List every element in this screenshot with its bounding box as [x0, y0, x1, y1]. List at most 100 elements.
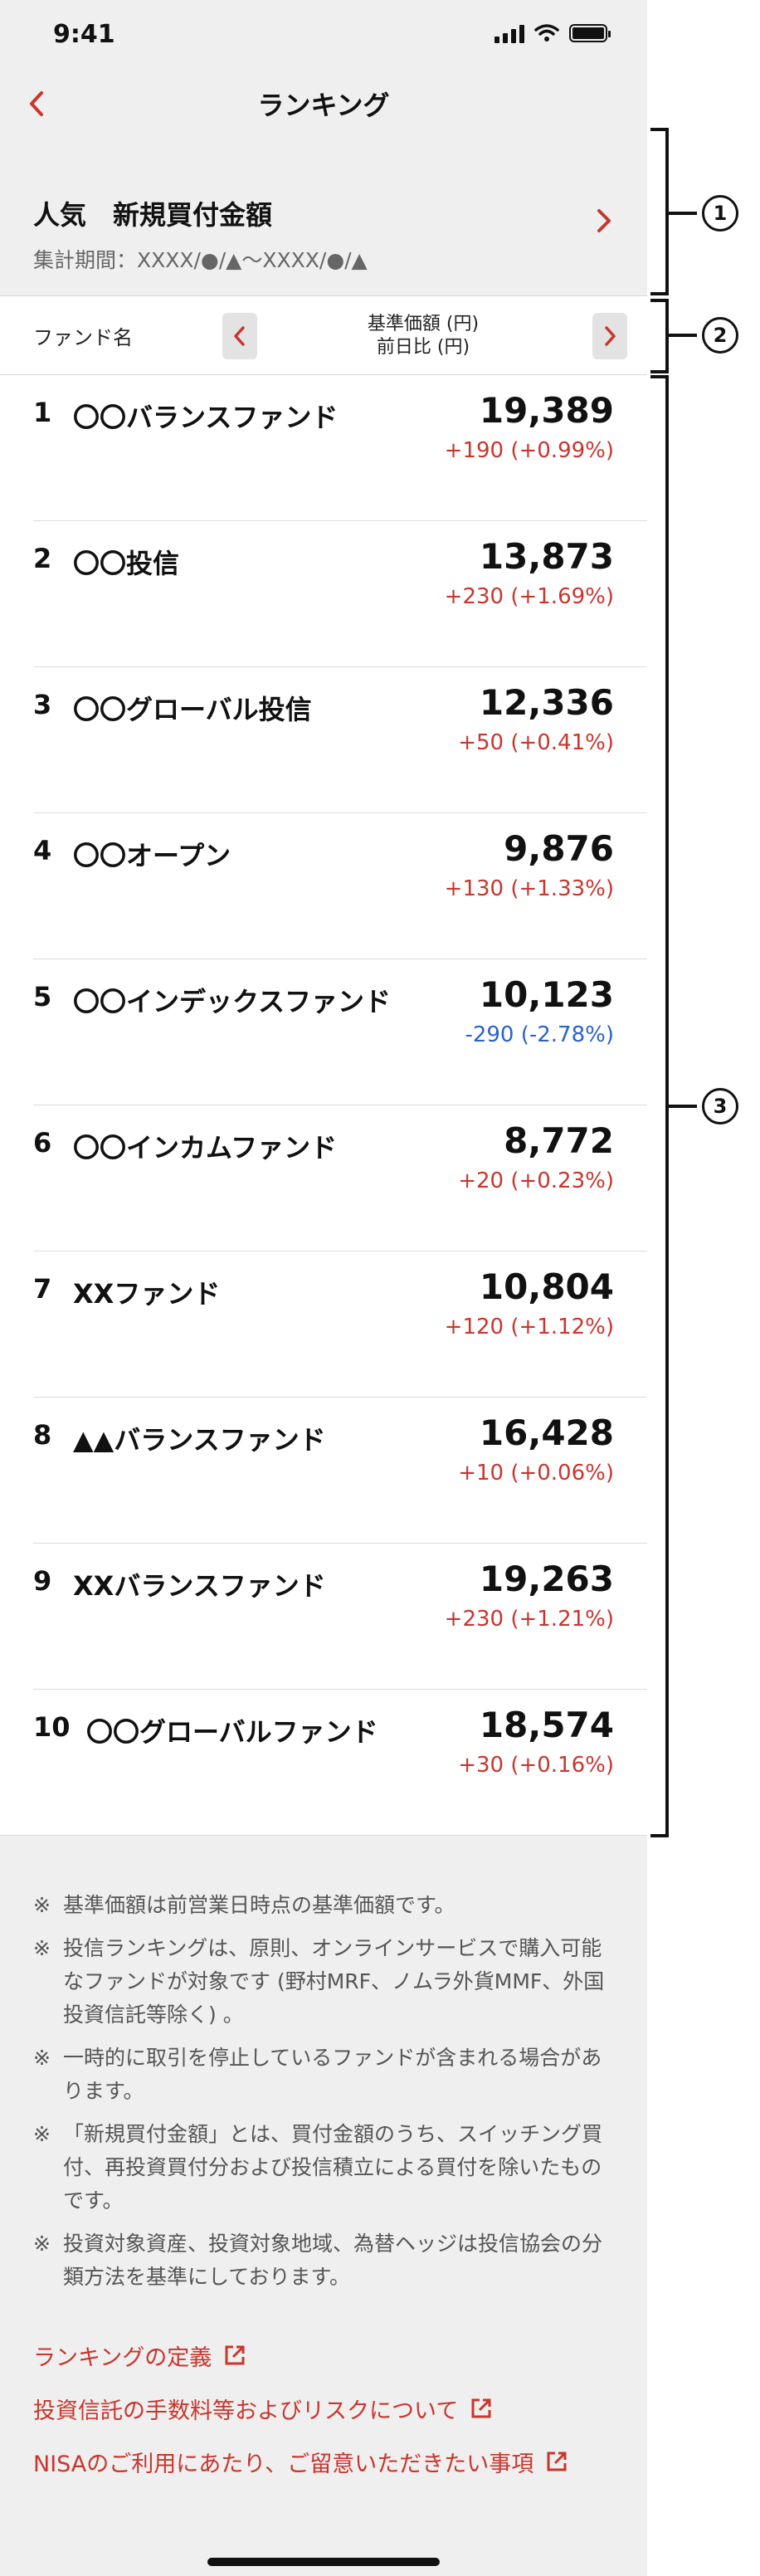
note-mark: ※ — [33, 2232, 51, 2256]
note-item: ※ 一時的に取引を停止しているファンドが含まれる場合があります。 — [33, 2042, 614, 2108]
disclaimer-notes: ※ 基準価額は前営業日時点の基準価額です。 ※ 投信ランキングは、原則、オンラインサ… — [33, 1889, 614, 2304]
signal-icon — [494, 23, 524, 43]
rank-number: 7 — [33, 1273, 52, 1305]
note-text: 投信ランキングは、原則、オンラインサービスで購入可能なファンドが対象です (野村… — [63, 1936, 605, 2027]
annotation-brackets — [650, 128, 697, 1837]
rank-number: 9 — [33, 1565, 52, 1597]
fund-name: 〇〇グローバルファンド — [86, 1716, 378, 1748]
fund-change: +50 (+0.41%) — [458, 730, 614, 755]
annotation-marker-3: 3 — [702, 1088, 738, 1125]
fund-name: 〇〇バランスファンド — [73, 402, 339, 433]
list-item[interactable]: 10 〇〇グローバルファンド 18,574 +30 (+0.16%) — [0, 1690, 647, 1836]
fund-change: +190 (+0.99%) — [444, 438, 614, 463]
note-mark: ※ — [33, 2046, 51, 2070]
fund-price: 10,123 — [479, 974, 614, 1015]
fund-name: XXファンド — [73, 1278, 221, 1310]
chevron-left-icon — [234, 326, 245, 346]
link-label: ランキングの定義 — [33, 2344, 212, 2371]
ranking-definition-link[interactable]: ランキングの定義 — [33, 2329, 568, 2382]
fund-change: +20 (+0.23%) — [458, 1168, 614, 1193]
annotation-marker-1: 1 — [702, 195, 738, 232]
nisa-notes-link[interactable]: NISAのご利用にあたり、ご留意いただきたい事項 — [33, 2435, 568, 2488]
note-mark: ※ — [33, 1893, 51, 1917]
fund-price: 19,389 — [479, 390, 614, 431]
ranking-title: 人気 新規買付金額 — [33, 199, 273, 231]
divider — [0, 1835, 647, 1836]
rank-number: 4 — [33, 835, 52, 866]
note-item: ※ 「新規買付金額」とは、買付金額のうち、スイッチング買付、再投資買付分および投信… — [33, 2118, 614, 2217]
note-text: 投資対象資産、投資対象地域、為替ヘッジは投信協会の分類方法を基準にしております。 — [63, 2232, 603, 2289]
note-item: ※ 基準価額は前営業日時点の基準価額です。 — [33, 1889, 614, 1922]
list-item[interactable]: 2 〇〇投信 13,873 +230 (+1.69%) — [0, 521, 647, 667]
external-link-icon — [547, 2452, 567, 2471]
battery-icon — [569, 24, 611, 42]
fund-change: +10 (+0.06%) — [458, 1461, 614, 1486]
fund-price: 8,772 — [504, 1120, 614, 1161]
fund-name-column-label: ファンド名 — [33, 326, 133, 349]
list-item[interactable]: 5 〇〇インデックスファンド 10,123 -290 (-2.78%) — [0, 959, 647, 1105]
fund-name: 〇〇インカムファンド — [73, 1132, 338, 1164]
fund-change: +120 (+1.12%) — [444, 1315, 614, 1339]
note-text: 基準価額は前営業日時点の基準価額です。 — [63, 1893, 456, 1917]
table-header: ファンド名 基準価額 (円) 前日比 (円) — [0, 295, 647, 375]
note-item: ※ 投信ランキングは、原則、オンラインサービスで購入可能なファンドが対象です (野… — [33, 1932, 614, 2032]
chevron-right-icon[interactable] — [584, 201, 624, 241]
fund-name: 〇〇オープン — [73, 840, 231, 871]
note-mark: ※ — [33, 1936, 51, 1960]
rank-number: 1 — [33, 397, 52, 428]
navigation-bar: ランキング — [0, 70, 647, 133]
rank-number: 3 — [33, 689, 52, 720]
rank-number: 6 — [33, 1127, 52, 1159]
fund-price: 13,873 — [479, 536, 614, 577]
annotation-marker-2: 2 — [702, 317, 738, 354]
fund-change: +30 (+0.16%) — [458, 1753, 614, 1778]
note-text: 一時的に取引を停止しているファンドが含まれる場合があります。 — [63, 2046, 602, 2103]
phone-screen: 9:41 ランキング 人気 新規買付金額 集計期間：XXXX/●/▲〜XXXX/… — [0, 0, 647, 2576]
rank-number: 10 — [33, 1711, 71, 1743]
fund-change: -290 (-2.78%) — [465, 1022, 614, 1047]
list-item[interactable]: 4 〇〇オープン 9,876 +130 (+1.33%) — [0, 813, 647, 959]
fund-price: 18,574 — [479, 1705, 614, 1745]
price-label: 基準価額 (円) — [367, 314, 480, 334]
list-item[interactable]: 1 〇〇バランスファンド 19,389 +190 (+0.99%) — [0, 375, 647, 521]
status-time: 9:41 — [53, 20, 115, 49]
fund-name: 〇〇インデックスファンド — [73, 986, 392, 1017]
note-mark: ※ — [33, 2122, 51, 2146]
list-item[interactable]: 6 〇〇インカムファンド 8,772 +20 (+0.23%) — [0, 1105, 647, 1251]
fund-price: 16,428 — [479, 1412, 614, 1453]
ranking-header[interactable]: 人気 新規買付金額 集計期間：XXXX/●/▲〜XXXX/●/▲ — [0, 168, 647, 292]
fund-name: XXバランスファンド — [73, 1570, 326, 1602]
price-column-label: 基準価額 (円) 前日比 (円) — [266, 313, 581, 359]
list-item[interactable]: 9 XXバランスファンド 19,263 +230 (+1.21%) — [0, 1544, 647, 1690]
prev-column-button[interactable] — [222, 313, 257, 359]
wifi-icon — [534, 24, 559, 41]
rank-number: 8 — [33, 1419, 52, 1451]
fund-change: +230 (+1.69%) — [444, 584, 614, 609]
link-label: 投資信託の手数料等およびリスクについて — [33, 2398, 459, 2424]
list-item[interactable]: 3 〇〇グローバル投信 12,336 +50 (+0.41%) — [0, 667, 647, 813]
external-link-icon — [225, 2345, 245, 2365]
fees-and-risks-link[interactable]: 投資信託の手数料等およびリスクについて — [33, 2382, 568, 2435]
fund-price: 10,804 — [479, 1266, 614, 1307]
fund-change: +230 (+1.21%) — [444, 1607, 614, 1632]
fund-price: 19,263 — [479, 1559, 614, 1599]
external-link-icon — [471, 2398, 491, 2418]
fund-price: 9,876 — [504, 828, 614, 869]
link-label: NISAのご利用にあたり、ご留意いただきたい事項 — [33, 2451, 534, 2477]
ranking-period: 集計期間：XXXX/●/▲〜XXXX/●/▲ — [33, 248, 368, 272]
rank-number: 5 — [33, 981, 52, 1012]
status-bar: 9:41 — [0, 0, 647, 70]
list-item[interactable]: 8 ▲▲バランスファンド 16,428 +10 (+0.06%) — [0, 1398, 647, 1544]
fund-name: ▲▲バランスファンド — [73, 1424, 326, 1456]
page-title: ランキング — [257, 90, 390, 121]
rank-number: 2 — [33, 543, 52, 574]
list-item[interactable]: 7 XXファンド 10,804 +120 (+1.12%) — [0, 1251, 647, 1398]
home-indicator — [207, 2558, 440, 2566]
external-links: ランキングの定義 投資信託の手数料等およびリスクについて NISAのご利用にあた… — [33, 2329, 568, 2488]
next-column-button[interactable] — [592, 313, 627, 359]
fund-change: +130 (+1.33%) — [444, 876, 614, 901]
note-text: 「新規買付金額」とは、買付金額のうち、スイッチング買付、再投資買付分および投信積… — [63, 2122, 603, 2213]
note-item: ※ 投資対象資産、投資対象地域、為替ヘッジは投信協会の分類方法を基準にしております… — [33, 2227, 614, 2294]
change-label: 前日比 (円) — [376, 337, 470, 358]
ranking-list: 1 〇〇バランスファンド 19,389 +190 (+0.99%) 2 〇〇投信 13,8… — [0, 375, 647, 1836]
